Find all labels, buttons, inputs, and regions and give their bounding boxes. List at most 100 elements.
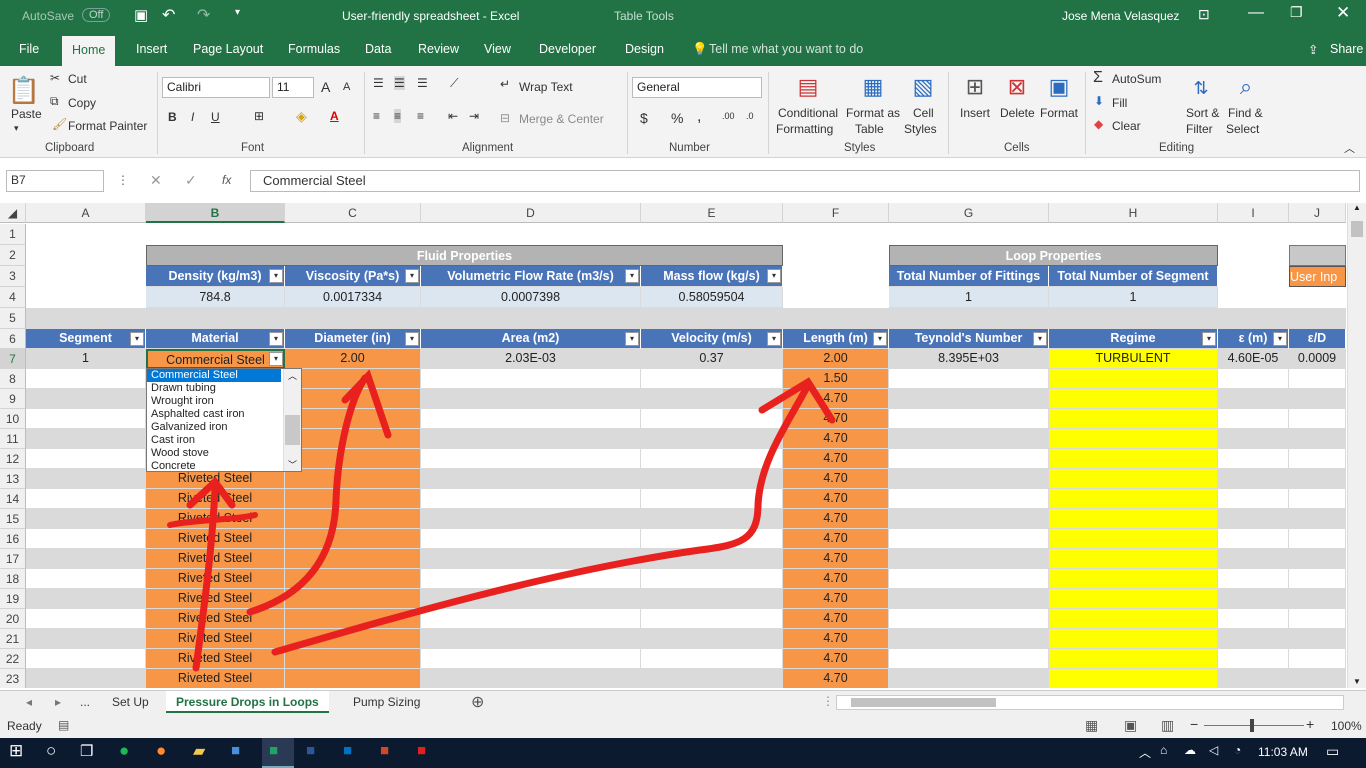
loop-value[interactable]: 1	[889, 287, 1049, 308]
table-cell[interactable]: 4.70	[783, 469, 889, 489]
table-cell[interactable]	[889, 669, 1049, 688]
fluid-value[interactable]: 0.0007398	[421, 287, 641, 308]
table-cell[interactable]	[1218, 489, 1289, 509]
row-header[interactable]: 1	[0, 224, 26, 245]
table-cell[interactable]	[26, 509, 146, 529]
minimize-icon[interactable]: —	[1248, 4, 1264, 22]
fill-color-icon[interactable]: ◈	[296, 108, 307, 125]
column-header[interactable]: A	[26, 203, 146, 223]
currency-button[interactable]: $	[640, 110, 648, 126]
cell[interactable]	[641, 308, 783, 329]
table-cell[interactable]	[26, 549, 146, 569]
table-cell[interactable]	[1218, 529, 1289, 549]
table-cell[interactable]	[1289, 369, 1346, 389]
enter-icon[interactable]: ✓	[185, 172, 197, 189]
format-as-table-button[interactable]: Format as	[846, 106, 900, 120]
italic-button[interactable]: I	[191, 110, 194, 124]
table-cell[interactable]	[421, 549, 641, 569]
copy-icon[interactable]: ⧉	[50, 94, 59, 109]
table-cell[interactable]: 1	[26, 349, 146, 369]
volume-muted-icon[interactable]: ◁	[1209, 743, 1218, 757]
fluid-properties-title[interactable]: Fluid Properties	[146, 245, 783, 266]
filter-dropdown-icon[interactable]: ▾	[130, 332, 144, 346]
paste-chevron-icon[interactable]: ▾	[14, 123, 19, 134]
table-header[interactable]: Area (m2)	[421, 329, 641, 349]
table-cell[interactable]	[1289, 609, 1346, 629]
table-cell[interactable]	[26, 569, 146, 589]
table-cell[interactable]	[641, 429, 783, 449]
table-header[interactable]: Regime	[1049, 329, 1218, 349]
dropdown-scroll-thumb[interactable]	[285, 415, 300, 445]
table-cell[interactable]	[285, 469, 421, 489]
paste-button[interactable]: Paste	[11, 107, 42, 121]
table-cell[interactable]	[26, 529, 146, 549]
dropdown-option[interactable]: Commercial Steel	[147, 369, 281, 382]
table-cell[interactable]	[285, 569, 421, 589]
cut-button[interactable]: Cut	[68, 72, 87, 86]
column-header[interactable]: J	[1289, 203, 1346, 223]
table-cell[interactable]	[641, 489, 783, 509]
tab-insert[interactable]: Insert	[136, 42, 167, 56]
shrink-font-icon[interactable]: A	[343, 81, 350, 93]
row-header[interactable]: 23	[0, 669, 26, 688]
hscroll-split-icon[interactable]: ⋮	[822, 694, 834, 708]
macro-record-icon[interactable]: ▤	[58, 718, 69, 732]
autosum-icon[interactable]: Σ	[1093, 69, 1103, 87]
table-cell[interactable]	[421, 569, 641, 589]
table-cell[interactable]	[1049, 669, 1218, 688]
table-cell[interactable]: Riveted Steel	[146, 529, 285, 549]
page-layout-view-icon[interactable]: ▣	[1124, 717, 1137, 734]
table-cell[interactable]	[1218, 649, 1289, 669]
select-all-corner[interactable]: ◢	[0, 203, 26, 223]
sort-filter-button-line2[interactable]: Filter	[1186, 122, 1213, 136]
cancel-icon[interactable]: ✕	[150, 172, 162, 189]
table-cell[interactable]: 4.70	[783, 569, 889, 589]
vertical-scrollbar[interactable]: ▲ ▼	[1347, 203, 1366, 688]
table-cell[interactable]	[641, 389, 783, 409]
dropdown-option[interactable]: Cast iron	[147, 434, 281, 447]
top-align-icon[interactable]: ☰	[373, 76, 384, 90]
merge-icon[interactable]: ⊟	[500, 111, 510, 125]
percent-button[interactable]: %	[671, 110, 683, 126]
table-cell[interactable]	[1049, 629, 1218, 649]
table-cell[interactable]: 0.37	[641, 349, 783, 369]
table-cell[interactable]	[1289, 429, 1346, 449]
row-header[interactable]: 18	[0, 569, 26, 589]
save-icon[interactable]: ▣	[134, 6, 148, 24]
table-cell[interactable]: Riveted Steel	[146, 589, 285, 609]
table-cell[interactable]: 4.70	[783, 449, 889, 469]
fill-button[interactable]: Fill	[1112, 96, 1127, 110]
filter-dropdown-icon[interactable]: ▾	[1273, 332, 1287, 346]
table-cell[interactable]	[641, 569, 783, 589]
table-cell[interactable]	[1218, 609, 1289, 629]
delete-cells-icon[interactable]: ⊠	[1002, 72, 1032, 102]
table-cell[interactable]	[1049, 369, 1218, 389]
table-cell[interactable]: 4.70	[783, 389, 889, 409]
powerpoint-icon[interactable]: ■	[380, 742, 389, 759]
table-cell[interactable]	[641, 609, 783, 629]
table-header[interactable]: ε/D	[1289, 329, 1346, 349]
table-cell[interactable]	[641, 409, 783, 429]
table-cell[interactable]	[421, 369, 641, 389]
table-cell[interactable]	[421, 409, 641, 429]
font-name-box[interactable]: Calibri	[162, 77, 270, 98]
table-cell[interactable]	[1049, 429, 1218, 449]
middle-align-icon[interactable]: ☰	[394, 76, 405, 90]
table-cell[interactable]	[26, 649, 146, 669]
formula-input[interactable]: Commercial Steel	[250, 170, 1360, 192]
sheet-tab-set-up[interactable]: Set Up	[112, 695, 149, 709]
table-cell[interactable]	[889, 549, 1049, 569]
row-header[interactable]: 16	[0, 529, 26, 549]
table-cell[interactable]	[285, 429, 421, 449]
row-header[interactable]: 5	[0, 308, 26, 329]
collapse-ribbon-icon[interactable]: ︿	[1344, 140, 1355, 156]
table-cell[interactable]	[1289, 589, 1346, 609]
clear-button[interactable]: Clear	[1112, 119, 1141, 133]
table-cell[interactable]: 4.70	[783, 409, 889, 429]
chevron-down-icon[interactable]: ﹀	[284, 458, 301, 471]
bottom-align-icon[interactable]: ☰	[417, 76, 428, 90]
filter-dropdown-icon[interactable]: ▾	[269, 269, 283, 283]
filter-dropdown-icon[interactable]: ▾	[873, 332, 887, 346]
table-cell[interactable]	[1289, 489, 1346, 509]
table-cell[interactable]: 4.70	[783, 549, 889, 569]
